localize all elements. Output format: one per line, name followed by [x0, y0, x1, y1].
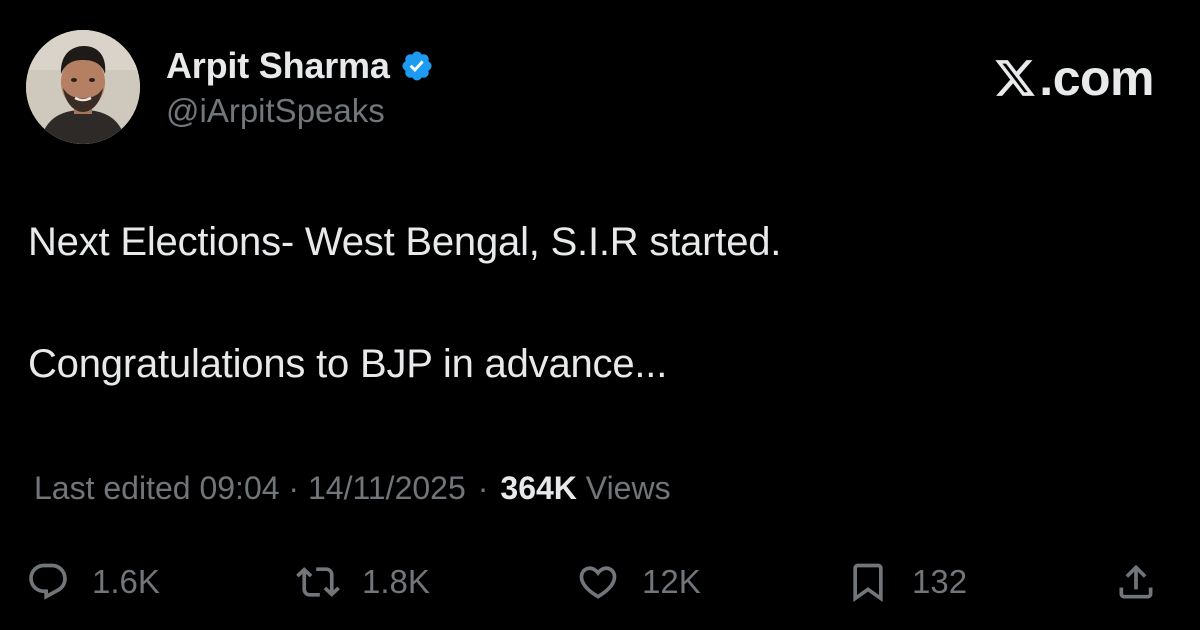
bookmark-button[interactable]: 132: [846, 552, 967, 612]
repost-count: 1.8K: [362, 563, 430, 600]
post-meta: Last edited 09:04 · 14/11/2025 · 364K Vi…: [34, 470, 671, 507]
views-label: Views: [585, 470, 671, 506]
reply-count: 1.6K: [92, 563, 160, 600]
like-button[interactable]: 12K: [576, 552, 701, 612]
repost-button[interactable]: 1.8K: [296, 552, 430, 612]
verified-badge-icon: [402, 51, 432, 81]
avatar[interactable]: [26, 30, 140, 144]
reply-button[interactable]: 1.6K: [26, 552, 160, 612]
x-logo-icon: [995, 60, 1036, 96]
post-text-line-1: Next Elections- West Bengal, S.I.R start…: [28, 220, 782, 264]
action-bar: 1.6K 1.8K 12K 132: [0, 552, 1200, 612]
brand-logo: .com: [993, 50, 1154, 106]
bookmark-count: 132: [912, 563, 968, 600]
views-count: 364K: [500, 470, 577, 506]
reply-icon: [29, 563, 67, 600]
edited-timestamp[interactable]: Last edited 09:04 · 14/11/2025: [34, 470, 466, 507]
share-icon: [1119, 564, 1153, 599]
post-card: Arpit Sharma @iArpitSpeaks .com Next Ele…: [0, 0, 1200, 630]
post-text-line-2: Congratulations to BJP in advance...: [28, 342, 668, 386]
meta-separator: ·: [477, 470, 489, 506]
brand-text: .com: [1039, 50, 1154, 106]
avatar-image: [26, 30, 140, 144]
heart-icon: [579, 566, 617, 599]
share-button[interactable]: [1114, 552, 1158, 612]
author-handle[interactable]: @iArpitSpeaks: [166, 92, 385, 130]
views-stat[interactable]: 364K Views: [500, 470, 670, 507]
author-name[interactable]: Arpit Sharma: [166, 45, 390, 87]
bookmark-icon: [853, 563, 883, 603]
author-name-row: Arpit Sharma: [166, 44, 434, 88]
like-count: 12K: [642, 563, 701, 600]
repost-icon: [296, 567, 340, 597]
